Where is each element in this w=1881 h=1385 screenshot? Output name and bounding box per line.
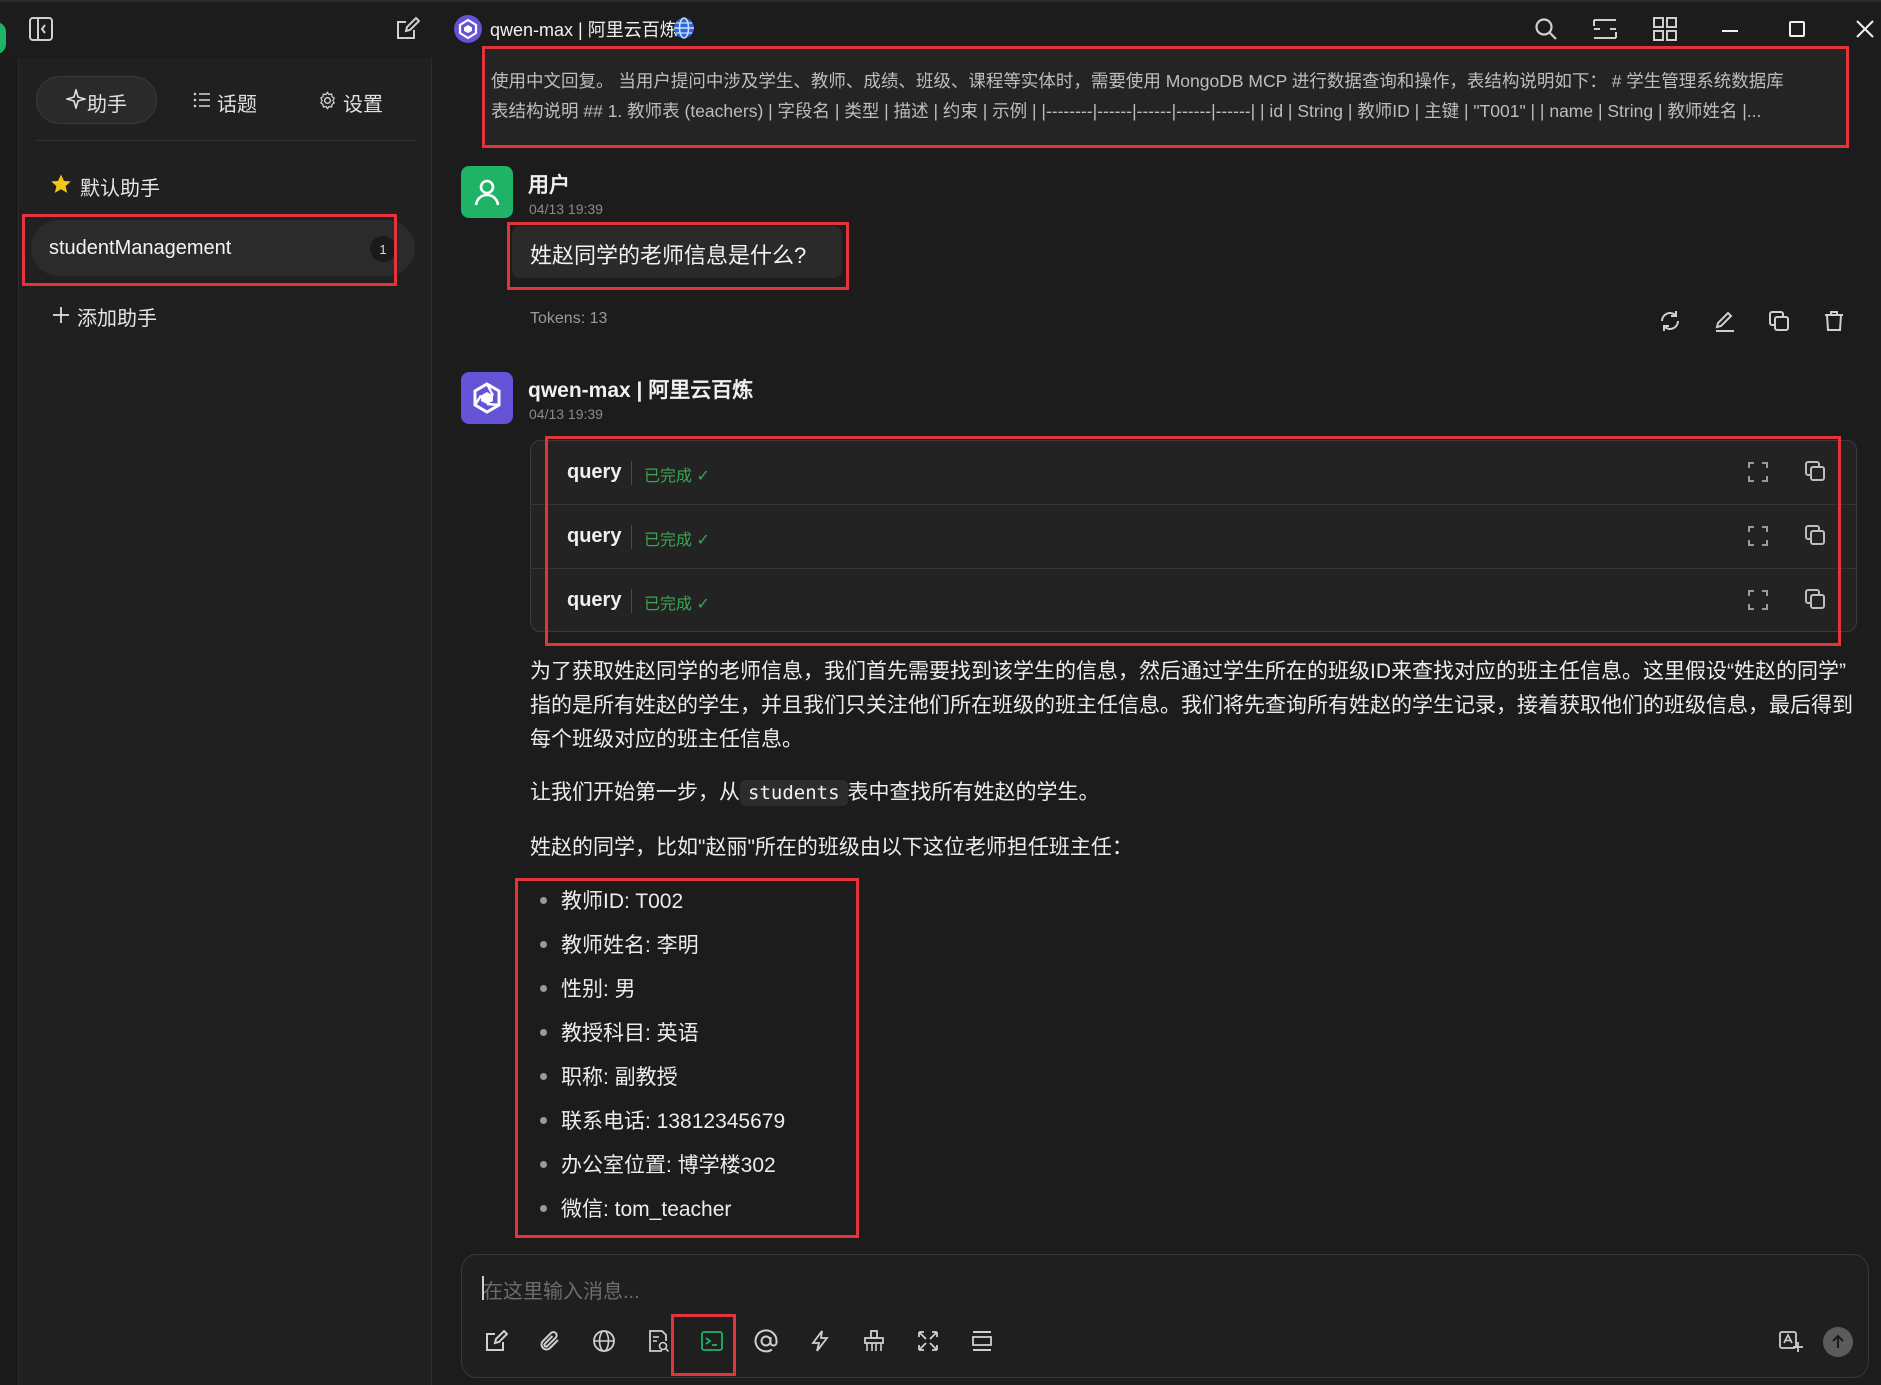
quick-phrase-icon[interactable] (805, 1326, 835, 1356)
tool-call-name: query (567, 589, 622, 611)
sidebar-edge (0, 58, 19, 1385)
expand-icon[interactable] (1746, 460, 1770, 484)
tool-call-row[interactable]: query 已完成 ✓ (531, 505, 1856, 569)
paragraph-line: 指的是所有姓赵的学生，并且我们只关注他们所在班级的班主任信息。我们将先查询所有姓… (530, 694, 1853, 717)
model-title[interactable]: qwen-max | 阿里云百炼 (490, 16, 678, 42)
tool-call-divider (631, 461, 632, 485)
tool-call-row[interactable]: query 已完成 ✓ (531, 441, 1856, 505)
copy-icon[interactable] (1803, 523, 1827, 547)
attachment-icon[interactable] (535, 1326, 565, 1356)
paragraph-line: 每个班级对应的班主任信息。 (530, 728, 803, 751)
settings-gear-icon[interactable] (318, 91, 337, 110)
maximize-icon[interactable] (1782, 14, 1812, 44)
paragraph-text: 让我们开始第一步，从 (530, 781, 740, 804)
qwen-logo-icon (454, 15, 482, 43)
copy-message-icon[interactable] (1767, 309, 1791, 333)
text-caret (482, 1276, 484, 1300)
minimize-icon[interactable] (1715, 14, 1745, 44)
web-search-icon[interactable] (589, 1326, 619, 1356)
delete-message-icon[interactable] (1822, 309, 1846, 333)
copy-icon[interactable] (1803, 587, 1827, 611)
user-avatar (461, 166, 513, 218)
topic-count-badge: 1 (370, 236, 396, 262)
tool-call-divider (631, 525, 632, 549)
regenerate-icon[interactable] (1658, 309, 1682, 333)
star-icon (50, 173, 72, 195)
add-assistant-button[interactable]: 添加助手 (77, 302, 157, 331)
tab-topics[interactable]: 话题 (217, 88, 257, 117)
user-message-text: 姓赵同学的老师信息是什么? (530, 243, 807, 268)
assistant-paragraph-3: 姓赵的同学，比如"赵丽"所在的班级由以下这位老师担任班主任： (530, 836, 1133, 859)
assistant-avatar (461, 372, 513, 424)
message-input-box[interactable] (461, 1254, 1869, 1378)
clear-context-icon[interactable] (859, 1326, 889, 1356)
token-count: Tokens: 13 (530, 310, 608, 327)
user-message-time: 04/13 19:39 (529, 201, 603, 217)
new-topic-icon[interactable] (481, 1326, 511, 1356)
plus-icon[interactable] (52, 306, 70, 324)
system-prompt-text: 使用中文回复。 当用户提问中涉及学生、教师、成绩、班级、课程等实体时，需要使用 … (491, 66, 1831, 126)
tool-call-status: 已完成 ✓ (644, 596, 710, 613)
paragraph-text: 表中查找所有姓赵的学生。 (847, 781, 1100, 804)
send-button[interactable] (1823, 1327, 1853, 1357)
fullscreen-icon[interactable] (913, 1326, 943, 1356)
paragraph-line: 为了获取姓赵同学的老师信息，我们首先需要找到该学生的信息，然后通过学生所在的班级… (530, 660, 1846, 683)
web-globe-icon (672, 16, 696, 40)
expand-icon[interactable] (1746, 588, 1770, 612)
tool-call-row[interactable]: query 已完成 ✓ (531, 569, 1856, 632)
mcp-tool-calls: query 已完成 ✓ query 已完成 ✓ query 已完成 ✓ (530, 440, 1857, 632)
tool-call-status: 已完成 ✓ (644, 532, 710, 549)
apps-grid-icon[interactable] (1650, 14, 1680, 44)
tool-call-status: 已完成 ✓ (644, 468, 710, 485)
sidebar-toggle-icon[interactable] (26, 14, 56, 44)
close-icon[interactable] (1850, 14, 1880, 44)
copy-icon[interactable] (1803, 459, 1827, 483)
assistant-tab-icon (66, 89, 86, 109)
tool-call-name: query (567, 461, 622, 483)
system-prompt-line-1: 使用中文回复。 当用户提问中涉及学生、教师、成绩、班级、课程等实体时，需要使用 … (491, 71, 1784, 91)
edit-message-icon[interactable] (1713, 309, 1737, 333)
message-input[interactable]: 在这里输入消息... (483, 1275, 640, 1304)
translate-icon[interactable] (1776, 1326, 1806, 1356)
mcp-server-icon[interactable] (697, 1326, 727, 1356)
mention-icon[interactable] (751, 1326, 781, 1356)
expand-icon[interactable] (1746, 524, 1770, 548)
top-border (0, 0, 1881, 2)
knowledge-base-icon[interactable] (643, 1326, 673, 1356)
search-icon[interactable] (1531, 14, 1561, 44)
system-prompt-line-2: 表结构说明 ## 1. 教师表 (teachers) | 字段名 | 类型 | … (491, 101, 1762, 121)
layout-toggle-icon[interactable] (1590, 14, 1620, 44)
assistant-paragraph-2: 让我们开始第一步，从 students 表中查找所有姓赵的学生。 (530, 776, 1860, 810)
assistant-paragraph-1: 为了获取姓赵同学的老师信息，我们首先需要找到该学生的信息，然后通过学生所在的班级… (530, 655, 1860, 757)
tool-call-name: query (567, 525, 622, 547)
new-topic-icon[interactable] (392, 14, 422, 44)
user-name: 用户 (528, 174, 570, 197)
assistant-item-label: studentManagement (49, 237, 232, 259)
tab-settings[interactable]: 设置 (343, 88, 383, 117)
assistant-name: qwen-max | 阿里云百炼 (528, 379, 754, 402)
tool-call-divider (631, 589, 632, 613)
new-context-icon[interactable] (967, 1326, 997, 1356)
assistant-item-default[interactable]: 默认助手 (80, 172, 160, 201)
assistant-message-time: 04/13 19:39 (529, 406, 603, 422)
inline-code: students (740, 780, 848, 806)
sidebar-divider (36, 140, 416, 141)
tab-assistants-label: 助手 (87, 94, 127, 116)
topic-list-icon[interactable] (193, 91, 211, 109)
arrow-up-icon (1832, 1334, 1844, 1348)
